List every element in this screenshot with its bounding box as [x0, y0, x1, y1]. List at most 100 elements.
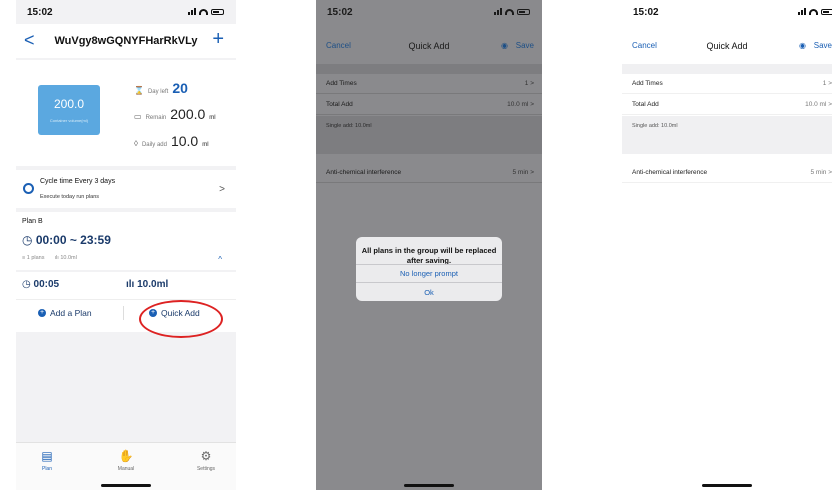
save-button[interactable]: Save: [814, 41, 832, 50]
total-add-value: 10.0 ml >: [507, 101, 534, 108]
signal-icon: [798, 8, 806, 15]
tab-settings-label: Settings: [196, 466, 216, 472]
anti-chemical-row[interactable]: Anti-chemical interference 5 min >: [316, 163, 542, 183]
plans-count-text: 1 plans: [26, 255, 45, 261]
total-add-label: Total Add: [326, 101, 353, 108]
entry-volume-text: 10.0ml: [137, 279, 169, 290]
status-time: 15:02: [327, 7, 353, 18]
home-indicator: [702, 484, 752, 487]
cycle-time-row[interactable]: Cycle time Every 3 days Execute today ru…: [16, 170, 236, 208]
wifi-icon: [505, 8, 514, 15]
section-gap: [622, 64, 832, 74]
remain-unit: ml: [209, 115, 216, 121]
drop-icon: ◊: [134, 139, 138, 148]
status-bar: 15:02: [16, 0, 236, 22]
save-button[interactable]: Save: [516, 41, 534, 50]
total-add-row[interactable]: Total Add 10.0 ml >: [622, 95, 832, 115]
add-times-row[interactable]: Add Times 1 >: [622, 74, 832, 94]
status-bar: 15:02: [622, 0, 832, 22]
no-longer-prompt-button[interactable]: No longer prompt: [356, 264, 502, 282]
eye-icon[interactable]: ◉: [799, 41, 806, 50]
container-card: 200.0 Container volume(ml) ⌛ Day left 20…: [16, 60, 236, 166]
confirm-dialog: All plans in the group will be replaced …: [356, 237, 502, 301]
section-gap: [622, 116, 832, 154]
chevron-right-icon: >: [219, 184, 225, 195]
hourglass-icon: ⌛: [134, 86, 144, 95]
single-add-note: Single add: 10.0ml: [326, 123, 372, 129]
hand-icon: ✋: [118, 449, 134, 463]
plan-card[interactable]: Plan B ◷ 00:00 ~ 23:59 ≡ 1 plans ılı 10.…: [16, 212, 236, 270]
battery-icon: [517, 8, 530, 15]
divider: [16, 299, 236, 300]
tab-bar: ▤ Plan ✋ Manual ⚙ Settings: [16, 442, 236, 490]
single-add-note: Single add: 10.0ml: [632, 123, 678, 129]
battery-icon: [211, 8, 224, 15]
container-value: 200.0: [53, 97, 85, 111]
container-volume-tile: 200.0 Container volume(ml): [38, 85, 100, 135]
status-time: 15:02: [633, 7, 659, 18]
day-left-value: 20: [172, 80, 188, 96]
section-gap: [316, 64, 542, 74]
collapse-caret-icon[interactable]: ^: [218, 255, 222, 264]
status-time: 15:02: [27, 7, 53, 18]
stat-remain: ▭ Remain 200.0 ml: [134, 106, 216, 122]
cycle-subtitle: Execute today run plans: [40, 194, 100, 200]
signal-icon: [494, 8, 502, 15]
wifi-icon: [809, 8, 818, 15]
section-gap: [316, 116, 542, 154]
daily-add-value: 10.0: [170, 133, 199, 149]
nav-bar: Cancel Quick Add ◉ Save: [622, 28, 832, 58]
ok-button[interactable]: Ok: [356, 282, 502, 301]
quick-add-screen: 15:02 Cancel Quick Add ◉ Save Add Times …: [622, 0, 832, 490]
dialog-message: All plans in the group will be replaced …: [361, 246, 497, 265]
tab-settings[interactable]: ⚙ Settings: [181, 449, 231, 472]
plus-circle-icon: +: [38, 309, 46, 317]
tab-plan[interactable]: ▤ Plan: [22, 449, 72, 472]
total-add-label: Total Add: [632, 101, 659, 108]
home-indicator: [101, 484, 151, 487]
page-title: Quick Add: [408, 41, 450, 51]
plan-name: Plan B: [22, 218, 43, 225]
plan-screen: 15:02 < WuVgy8wGQNYFHarRkVLy + 200.0 Con…: [16, 0, 236, 490]
battery-icon: [821, 8, 832, 15]
home-indicator: [404, 484, 454, 487]
system-icons: [188, 8, 224, 15]
day-left-label: Day left: [147, 89, 169, 95]
gear-icon: ⚙: [200, 449, 212, 463]
container-label: Container volume(ml): [49, 118, 89, 123]
quick-add-screen-dialog: 15:02 Cancel Quick Add ◉ Save Add Times …: [316, 0, 542, 490]
entry-time-text: 00:05: [33, 279, 60, 290]
total-add-value: 10.0 ml >: [805, 101, 832, 108]
anti-chemical-row[interactable]: Anti-chemical interference 5 min >: [622, 163, 832, 183]
plan-meta: ≡ 1 plans ılı 10.0ml: [22, 255, 77, 261]
tab-manual-label: Manual: [117, 466, 135, 472]
system-icons: [494, 8, 530, 15]
add-times-row[interactable]: Add Times 1 >: [316, 74, 542, 94]
remain-label: Remain: [145, 115, 167, 121]
add-times-label: Add Times: [632, 80, 663, 87]
calendar-icon: ▤: [41, 449, 53, 463]
daily-add-label: Daily add: [141, 142, 167, 148]
page-title: WuVgy8wGQNYFHarRkVLy: [54, 35, 198, 47]
add-times-value: 1 >: [822, 80, 832, 87]
entry-volume[interactable]: ılı 10.0ml: [126, 279, 168, 290]
signal-icon: [188, 8, 196, 15]
nav-bar: Cancel Quick Add ◉ Save: [316, 28, 542, 58]
plan-volume-text: 10.0ml: [60, 255, 77, 261]
add-times-value: 1 >: [524, 80, 534, 87]
tab-manual[interactable]: ✋ Manual: [101, 449, 151, 472]
anti-chemical-label: Anti-chemical interference: [632, 169, 708, 176]
cycle-title: Cycle time Every 3 days: [40, 178, 116, 185]
tank-icon: ▭: [134, 112, 142, 121]
entry-time[interactable]: ◷ 00:05: [22, 279, 59, 290]
wifi-icon: [199, 8, 208, 15]
total-add-row[interactable]: Total Add 10.0 ml >: [316, 95, 542, 115]
anti-chemical-value: 5 min >: [512, 169, 535, 176]
tab-plan-label: Plan: [41, 466, 52, 472]
eye-icon[interactable]: ◉: [501, 41, 508, 50]
status-bar: 15:02: [316, 0, 542, 22]
add-plan-button[interactable]: + Add a Plan: [38, 308, 92, 318]
add-plan-label: Add a Plan: [50, 308, 92, 318]
add-button[interactable]: +: [212, 28, 224, 51]
cycle-clock-icon: [23, 183, 34, 194]
